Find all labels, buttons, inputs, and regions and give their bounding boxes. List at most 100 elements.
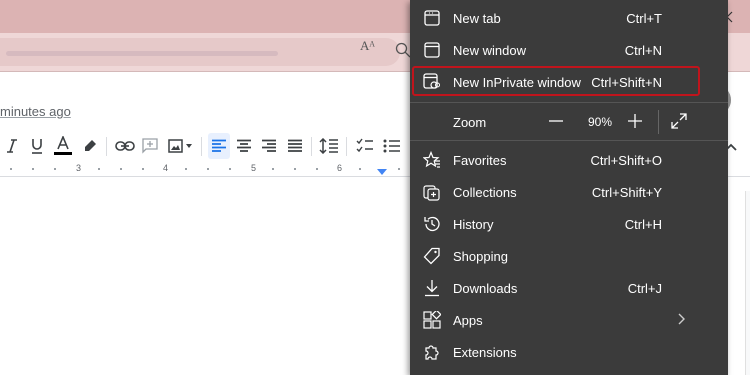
history-icon <box>423 215 441 233</box>
italic-icon <box>7 139 17 153</box>
fullscreen-button[interactable] <box>668 110 690 132</box>
text-color-icon <box>54 136 72 155</box>
menu-item-label: History <box>453 217 494 232</box>
favorites-icon <box>423 151 441 169</box>
ruler-tick <box>98 168 100 170</box>
ruler-tick <box>142 168 144 170</box>
toolbar-divider <box>346 137 347 156</box>
last-edit-link[interactable]: minutes ago <box>0 104 71 119</box>
italic-button[interactable] <box>4 133 20 159</box>
menu-item-label: Shopping <box>453 249 508 264</box>
ruler-tick <box>120 168 122 170</box>
inprivate-icon <box>423 73 441 91</box>
zoom-magnifier-icon[interactable] <box>395 42 411 58</box>
ruler-number: 3 <box>76 163 82 173</box>
zoom-divider <box>658 110 659 134</box>
ruler-tick <box>185 168 187 170</box>
ruler-tick <box>316 168 318 170</box>
toolbar-divider <box>106 137 107 156</box>
menu-item-new-tab[interactable]: New tab Ctrl+T <box>410 2 728 34</box>
justify-icon <box>288 139 302 152</box>
menu-item-shortcut: Ctrl+Shift+Y <box>591 185 662 200</box>
menu-item-label: Extensions <box>453 345 517 360</box>
line-spacing-button[interactable] <box>318 133 340 159</box>
plus-icon <box>628 114 642 128</box>
address-bar[interactable] <box>0 38 400 66</box>
ruler-number: 5 <box>251 163 257 173</box>
highlight-color-button[interactable] <box>81 133 99 159</box>
ruler-tick <box>359 168 361 170</box>
minus-icon <box>549 120 563 122</box>
zoom-in-button[interactable] <box>624 110 646 132</box>
menu-item-new-window[interactable]: New window Ctrl+N <box>410 34 728 66</box>
menu-item-label: Favorites <box>453 153 507 168</box>
ruler-tick <box>207 168 209 170</box>
ruler-tick <box>398 168 400 170</box>
ruler-tick <box>294 168 296 170</box>
checklist-icon <box>356 138 373 153</box>
bulleted-list-icon <box>383 139 400 153</box>
menu-item-label: Apps <box>453 313 483 328</box>
align-center-button[interactable] <box>234 133 254 159</box>
align-center-icon <box>237 139 251 152</box>
bulleted-list-button[interactable] <box>381 133 403 159</box>
blurred-url <box>6 51 278 56</box>
ruler-number: 4 <box>163 163 169 173</box>
fullscreen-expand-icon <box>671 113 687 129</box>
justify-button[interactable] <box>285 133 305 159</box>
align-right-icon <box>262 139 276 152</box>
checklist-button[interactable] <box>354 133 376 159</box>
read-aloud-icon[interactable]: Aᴬ <box>360 38 382 58</box>
apps-icon <box>423 311 441 329</box>
ruler-tick <box>32 168 34 170</box>
ruler-tick <box>10 168 12 170</box>
underline-button[interactable] <box>28 133 46 159</box>
menu-item-label: Downloads <box>453 281 518 296</box>
text-color-button[interactable] <box>53 133 73 159</box>
link-icon <box>115 141 135 151</box>
menu-item-apps[interactable]: Apps <box>410 304 728 336</box>
shopping-tag-icon <box>423 247 441 265</box>
menu-item-new-inprivate-window[interactable]: New InPrivate window Ctrl+Shift+N <box>410 66 728 98</box>
menu-item-shopping[interactable]: Shopping <box>410 240 728 272</box>
ruler-tick <box>272 168 274 170</box>
add-comment-button[interactable] <box>140 133 160 159</box>
menu-divider <box>410 140 728 141</box>
zoom-label: Zoom <box>453 115 487 130</box>
zoom-out-button[interactable] <box>545 110 567 132</box>
menu-item-shortcut: Ctrl+Shift+N <box>591 75 662 90</box>
align-left-icon <box>212 139 226 152</box>
menu-divider <box>410 102 728 103</box>
align-right-button[interactable] <box>259 133 279 159</box>
menu-item-downloads[interactable]: Downloads Ctrl+J <box>410 272 728 304</box>
menu-item-shortcut: Ctrl+H <box>624 217 662 232</box>
menu-item-collections[interactable]: Collections Ctrl+Shift+Y <box>410 176 728 208</box>
image-icon <box>168 139 192 153</box>
insert-link-button[interactable] <box>114 133 136 159</box>
extensions-icon <box>423 343 441 361</box>
menu-item-shortcut: Ctrl+J <box>627 281 662 296</box>
new-window-icon <box>423 41 441 59</box>
ruler-tick <box>54 168 56 170</box>
highlighter-icon <box>85 140 96 151</box>
browser-settings-menu: New tab Ctrl+T New window Ctrl+N New InP… <box>410 0 728 375</box>
collections-icon <box>423 183 441 201</box>
comment-icon <box>142 138 158 154</box>
menu-item-label: New window <box>453 43 526 58</box>
right-indent-marker[interactable] <box>377 169 387 175</box>
menu-item-shortcut: Ctrl+T <box>626 11 662 26</box>
ruler-tick <box>229 168 231 170</box>
menu-item-shortcut: Ctrl+Shift+O <box>590 153 662 168</box>
menu-item-label: New InPrivate window <box>453 75 581 90</box>
zoom-row: Zoom 90% <box>410 104 728 138</box>
ruler-number: 6 <box>337 163 343 173</box>
align-left-button[interactable] <box>208 133 230 159</box>
line-spacing-icon <box>319 138 338 154</box>
menu-item-label: Collections <box>453 185 517 200</box>
menu-item-extensions[interactable]: Extensions <box>410 336 728 368</box>
insert-image-button[interactable] <box>167 133 195 159</box>
toolbar-divider <box>201 137 202 156</box>
zoom-level-value: 90% <box>587 115 613 129</box>
menu-item-history[interactable]: History Ctrl+H <box>410 208 728 240</box>
menu-item-favorites[interactable]: Favorites Ctrl+Shift+O <box>410 144 728 176</box>
